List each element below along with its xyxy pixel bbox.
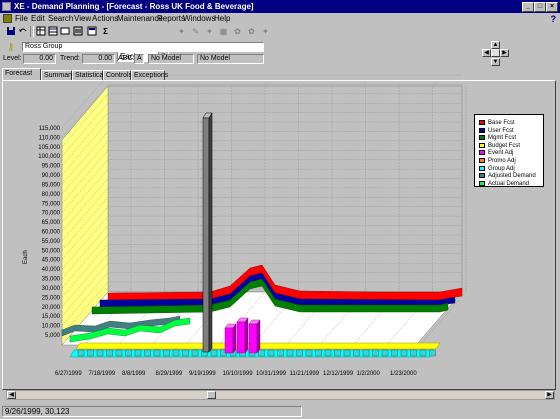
y-tick-label: 30,000 — [42, 286, 61, 292]
y-tick-label: 35,000 — [42, 277, 61, 283]
y-tick-label: 85,000 — [42, 182, 61, 188]
x-tick-label: 11/21/1999 — [290, 371, 320, 377]
group-adj-bar — [153, 349, 161, 357]
group-adj-bar — [87, 349, 94, 357]
y-tick-label: 50,000 — [42, 248, 61, 254]
y-tick-label: 80,000 — [42, 192, 61, 198]
group-adj-bar — [144, 349, 151, 357]
legend-swatch — [479, 150, 485, 156]
group-adj-bar — [125, 349, 132, 357]
x-axis-labels: 6/27/1999 7/18/1999 8/8/1999 8/29/1999 9/19/… — [55, 371, 417, 377]
x-tick-label: 10/31/1999 — [256, 371, 287, 377]
x-tick-label: 1/2/2000 — [357, 371, 381, 377]
group-adj-bar — [343, 349, 351, 357]
legend-swatch — [479, 120, 485, 125]
status-bar: 9/26/1999, 30,123 — [0, 405, 560, 419]
y-tick-label: 100,000 — [38, 154, 60, 160]
group-adj-bar — [362, 349, 370, 357]
horizontal-scrollbar[interactable]: ◀ ▶ — [6, 390, 555, 400]
y-tick-label: 110,000 — [39, 135, 61, 141]
scroll-right-button[interactable]: ▶ — [545, 391, 554, 399]
legend-swatch — [479, 135, 485, 141]
y-tick-label: 5,000 — [45, 333, 61, 339]
group-adj-bar — [182, 349, 189, 357]
x-tick-label: 12/12/1999 — [323, 371, 354, 377]
legend-label: Actual Demand — [488, 180, 530, 187]
y-tick-label: 55,000 — [42, 239, 61, 245]
group-adj-bar — [163, 349, 170, 357]
group-adj-bar — [305, 349, 313, 357]
legend-swatch — [479, 165, 485, 171]
y-tick-label: 105,000 — [38, 145, 60, 151]
y-tick-label: 90,000 — [42, 173, 61, 179]
chart-legend: Base Fcst User Fcst Mgmt Fcst Budget Fcst Ev… — [474, 114, 544, 187]
y-axis-title: Each — [23, 250, 29, 264]
group-adj-bar — [258, 349, 265, 357]
y-tick-label: 25,000 — [42, 295, 61, 301]
group-adj-bar — [210, 349, 218, 357]
chart-back-wall — [107, 85, 463, 293]
group-adj-bar — [191, 349, 199, 357]
group-adj-bar — [381, 349, 389, 357]
current-date-marker — [202, 112, 213, 353]
y-tick-label: 60,000 — [42, 230, 61, 236]
y-tick-label: 70,000 — [42, 211, 61, 217]
y-tick-label: 40,000 — [42, 267, 61, 273]
x-tick-label: 9/19/1999 — [189, 371, 216, 377]
group-adj-bar — [353, 349, 360, 357]
group-adj-bar — [267, 349, 275, 357]
y-tick-label: 95,000 — [42, 164, 61, 170]
legend-swatch — [479, 173, 485, 179]
group-adj-bar — [77, 349, 85, 357]
group-adj-bar — [106, 349, 113, 357]
group-adj-bar — [410, 349, 417, 357]
group-adj-bar — [391, 349, 398, 357]
scroll-thumb[interactable] — [207, 391, 216, 399]
scroll-left-button[interactable]: ◀ — [7, 391, 16, 399]
x-tick-label: 8/8/1999 — [122, 371, 146, 377]
group-adj-bar — [315, 349, 322, 357]
group-adj-bar — [334, 349, 341, 357]
forecast-chart[interactable]: 5,000 10,000 15,000 20,000 25,000 30,000 35,00… — [0, 0, 560, 419]
y-tick-label: 45,000 — [42, 258, 61, 264]
legend-swatch — [479, 158, 485, 163]
group-adj-bar — [277, 349, 284, 357]
x-tick-label: 7/18/1999 — [89, 371, 116, 377]
x-tick-label: 1/23/2000 — [390, 371, 417, 377]
group-adj-bar — [419, 349, 427, 357]
group-adj-bar — [96, 349, 104, 357]
x-tick-label: 6/27/1999 — [55, 371, 82, 377]
group-adj-bar — [400, 349, 408, 357]
group-adj-bar — [286, 349, 294, 357]
legend-swatch — [479, 142, 485, 148]
legend-swatch — [479, 127, 485, 133]
y-tick-label: 20,000 — [42, 305, 61, 311]
group-adj-bar — [429, 349, 436, 357]
x-tick-label: 8/29/1999 — [156, 371, 183, 377]
group-adj-bar — [115, 349, 123, 357]
legend-swatch — [479, 180, 485, 186]
y-tick-label: 15,000 — [42, 314, 61, 320]
y-tick-label: 65,000 — [42, 220, 61, 226]
group-adj-bar — [172, 349, 180, 357]
group-adj-bar — [372, 349, 379, 357]
y-tick-label: 10,000 — [42, 324, 61, 330]
group-adj-bar — [134, 349, 142, 357]
group-adj-bar — [324, 349, 332, 357]
group-adj-bar — [296, 349, 303, 357]
tab-forecast[interactable]: Forecast — [2, 68, 41, 80]
y-tick-label: 75,000 — [42, 201, 61, 207]
y-tick-label: 115,000 — [39, 126, 61, 132]
status-text: 9/26/1999, 30,123 — [2, 406, 302, 417]
y-axis-labels: 5,000 10,000 15,000 20,000 25,000 30,000 35,00… — [38, 126, 60, 339]
x-tick-label: 10/10/1999 — [223, 371, 254, 377]
